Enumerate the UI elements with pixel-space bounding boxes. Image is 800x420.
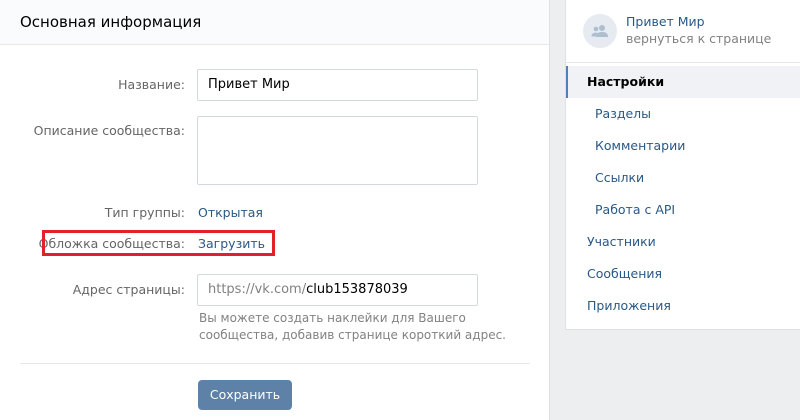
group-header[interactable]: Привет Мир вернуться к странице (566, 0, 800, 63)
highlight-box (42, 230, 275, 256)
sidebar-item-settings[interactable]: Настройки (566, 66, 800, 98)
card-title: Основная информация (0, 0, 549, 45)
address-label: Адрес страницы: (72, 282, 185, 297)
sidebar-item-links[interactable]: Ссылки (566, 162, 800, 194)
back-to-page-link[interactable]: вернуться к странице (626, 31, 771, 46)
sidebar-item-members[interactable]: Участники (566, 226, 800, 258)
group-name-link[interactable]: Привет Мир (626, 14, 705, 29)
address-prefix: https://vk.com/ (208, 282, 307, 297)
name-input[interactable]: Привет Мир (197, 69, 478, 101)
address-input[interactable]: https://vk.com/club153878039 (197, 274, 478, 306)
sidebar-item-comments[interactable]: Комментарии (566, 130, 800, 162)
users-icon (591, 25, 608, 37)
name-label: Название: (118, 77, 185, 92)
group-type-link[interactable]: Открытая (198, 205, 263, 220)
group-avatar[interactable] (583, 14, 617, 48)
description-textarea[interactable] (197, 116, 478, 185)
sidebar-item-messages[interactable]: Сообщения (566, 258, 800, 290)
address-value: club153878039 (306, 282, 408, 297)
sidebar-card: Привет Мир вернуться к странице Настройк… (565, 0, 800, 330)
sidebar-item-apps[interactable]: Приложения (566, 290, 800, 322)
sidebar-item-api[interactable]: Работа с API (566, 194, 800, 226)
save-button[interactable]: Сохранить (198, 380, 292, 410)
group-type-label: Тип группы: (104, 205, 185, 220)
address-hint: Вы можете создать наклейки для Вашего со… (199, 311, 506, 342)
divider (20, 363, 530, 364)
main-info-card: Основная информация Название: Привет Мир… (0, 0, 550, 420)
description-label: Описание сообщества: (33, 123, 185, 138)
sidebar-item-sections[interactable]: Разделы (566, 98, 800, 130)
